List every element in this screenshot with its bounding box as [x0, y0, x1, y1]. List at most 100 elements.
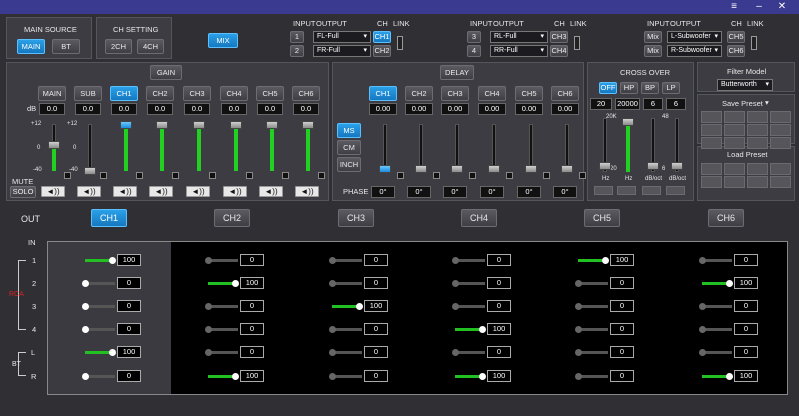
- filter-model-select[interactable]: Butterworth: [717, 79, 773, 91]
- load-preset-slot[interactable]: [747, 163, 768, 175]
- mix-slider-knob[interactable]: [452, 257, 459, 264]
- gain-slider-knob[interactable]: [193, 120, 205, 129]
- mix-value[interactable]: 0: [117, 300, 141, 312]
- menu-icon[interactable]: ≡: [727, 1, 741, 13]
- mix-slider-knob[interactable]: [329, 349, 336, 356]
- mix-slider-track[interactable]: [455, 305, 485, 308]
- mix-slider-knob[interactable]: [452, 303, 459, 310]
- routing-ch-button[interactable]: CH1: [373, 31, 391, 43]
- load-preset-slot[interactable]: [770, 163, 791, 175]
- link-toggle[interactable]: [574, 36, 580, 50]
- out-channel-tab[interactable]: CH1: [91, 209, 127, 227]
- phase-value[interactable]: 0°: [553, 186, 577, 198]
- gain-channel-button[interactable]: MAIN: [38, 86, 66, 101]
- gain-value[interactable]: 0.0: [75, 103, 101, 115]
- routing-output-select[interactable]: R-Subwoofer: [667, 45, 722, 57]
- mix-value[interactable]: 0: [240, 254, 264, 266]
- crossover-slope-high[interactable]: 6: [666, 98, 686, 110]
- ch-setting-4ch-button[interactable]: 4CH: [137, 39, 164, 54]
- routing-ch-button[interactable]: CH3: [550, 31, 568, 43]
- out-channel-tab[interactable]: CH4: [461, 209, 497, 227]
- crossover-slope-low[interactable]: 6: [643, 98, 663, 110]
- delay-channel-button[interactable]: CH2: [405, 86, 433, 101]
- mix-value[interactable]: 100: [487, 323, 511, 335]
- mix-slider-track[interactable]: [578, 328, 608, 331]
- load-preset-slot[interactable]: [724, 163, 745, 175]
- gain-slider-knob[interactable]: [120, 120, 132, 129]
- mix-slider-knob[interactable]: [205, 349, 212, 356]
- mix-slider-track[interactable]: [702, 259, 732, 262]
- phase-value[interactable]: 0°: [407, 186, 431, 198]
- gain-channel-button[interactable]: CH6: [292, 86, 320, 101]
- mix-value[interactable]: 0: [117, 277, 141, 289]
- routing-output-select[interactable]: RR-Full: [490, 45, 548, 57]
- delay-checkbox[interactable]: [579, 172, 586, 179]
- mix-slider-knob[interactable]: [575, 326, 582, 333]
- delay-value[interactable]: 0.00: [405, 103, 433, 115]
- speaker-icon[interactable]: ◄)): [113, 186, 137, 197]
- mix-slider-knob[interactable]: [452, 280, 459, 287]
- routing-ch-button[interactable]: CH5: [727, 31, 745, 43]
- delay-value[interactable]: 0.00: [551, 103, 579, 115]
- mix-value[interactable]: 100: [610, 254, 634, 266]
- save-preset-dropdown-icon[interactable]: ▾: [765, 98, 769, 107]
- mix-slider-track[interactable]: [578, 282, 608, 285]
- mix-value[interactable]: 100: [117, 346, 141, 358]
- mix-slider-knob[interactable]: [726, 373, 733, 380]
- gain-channel-button[interactable]: CH3: [183, 86, 211, 101]
- mix-slider-knob[interactable]: [699, 257, 706, 264]
- mix-value[interactable]: 0: [364, 346, 388, 358]
- mix-slider-knob[interactable]: [575, 303, 582, 310]
- gain-slider-knob[interactable]: [266, 120, 278, 129]
- minimize-icon[interactable]: –: [752, 1, 766, 13]
- gain-slider-knob[interactable]: [230, 120, 242, 129]
- gain-channel-button[interactable]: SUB: [74, 86, 102, 101]
- routing-input-button[interactable]: Mix: [644, 45, 662, 57]
- gain-slider-knob[interactable]: [48, 141, 60, 150]
- mute-checkbox[interactable]: [246, 172, 253, 179]
- delay-checkbox[interactable]: [506, 172, 513, 179]
- mute-checkbox[interactable]: [136, 172, 143, 179]
- routing-input-button[interactable]: 4: [467, 45, 481, 57]
- ch-setting-2ch-button[interactable]: 2CH: [105, 39, 132, 54]
- mix-slider-knob[interactable]: [602, 257, 609, 264]
- mix-value[interactable]: 0: [734, 254, 758, 266]
- speaker-icon[interactable]: ◄)): [77, 186, 101, 197]
- mix-value[interactable]: 0: [734, 300, 758, 312]
- mix-value[interactable]: 0: [487, 254, 511, 266]
- mix-slider-knob[interactable]: [205, 257, 212, 264]
- mix-slider-knob[interactable]: [575, 349, 582, 356]
- mix-value[interactable]: 0: [487, 346, 511, 358]
- mix-slider-track[interactable]: [578, 351, 608, 354]
- crossover-type-button[interactable]: BP: [641, 82, 659, 94]
- out-channel-tab[interactable]: CH5: [584, 209, 620, 227]
- delay-slider-knob[interactable]: [488, 165, 500, 173]
- save-preset-slot[interactable]: [770, 111, 791, 123]
- gain-value[interactable]: 0.0: [257, 103, 283, 115]
- mix-slider-track[interactable]: [332, 351, 362, 354]
- out-channel-tab[interactable]: CH3: [338, 209, 374, 227]
- crossover-slider-knob[interactable]: [599, 162, 611, 170]
- crossover-aux-button[interactable]: [617, 186, 636, 195]
- mix-slider-knob[interactable]: [726, 280, 733, 287]
- gain-value[interactable]: 0.0: [184, 103, 210, 115]
- save-preset-slot[interactable]: [701, 124, 722, 136]
- mix-value[interactable]: 100: [117, 254, 141, 266]
- gain-value[interactable]: 0.0: [111, 103, 137, 115]
- phase-value[interactable]: 0°: [443, 186, 467, 198]
- delay-channel-button[interactable]: CH1: [369, 86, 397, 101]
- crossover-slider-knob[interactable]: [622, 118, 634, 127]
- delay-slider-knob[interactable]: [379, 165, 391, 173]
- delay-channel-button[interactable]: CH3: [441, 86, 469, 101]
- crossover-aux-button[interactable]: [666, 186, 685, 195]
- mix-value[interactable]: 0: [487, 300, 511, 312]
- mix-value[interactable]: 0: [610, 346, 634, 358]
- mix-slider-track[interactable]: [208, 305, 238, 308]
- mute-checkbox[interactable]: [100, 172, 107, 179]
- crossover-hz-low[interactable]: 20: [590, 98, 612, 110]
- save-preset-slot[interactable]: [724, 111, 745, 123]
- routing-input-button[interactable]: Mix: [644, 31, 662, 43]
- main-source-main-button[interactable]: MAIN: [17, 39, 45, 54]
- crossover-type-button[interactable]: LP: [662, 82, 680, 94]
- speaker-icon[interactable]: ◄)): [295, 186, 319, 197]
